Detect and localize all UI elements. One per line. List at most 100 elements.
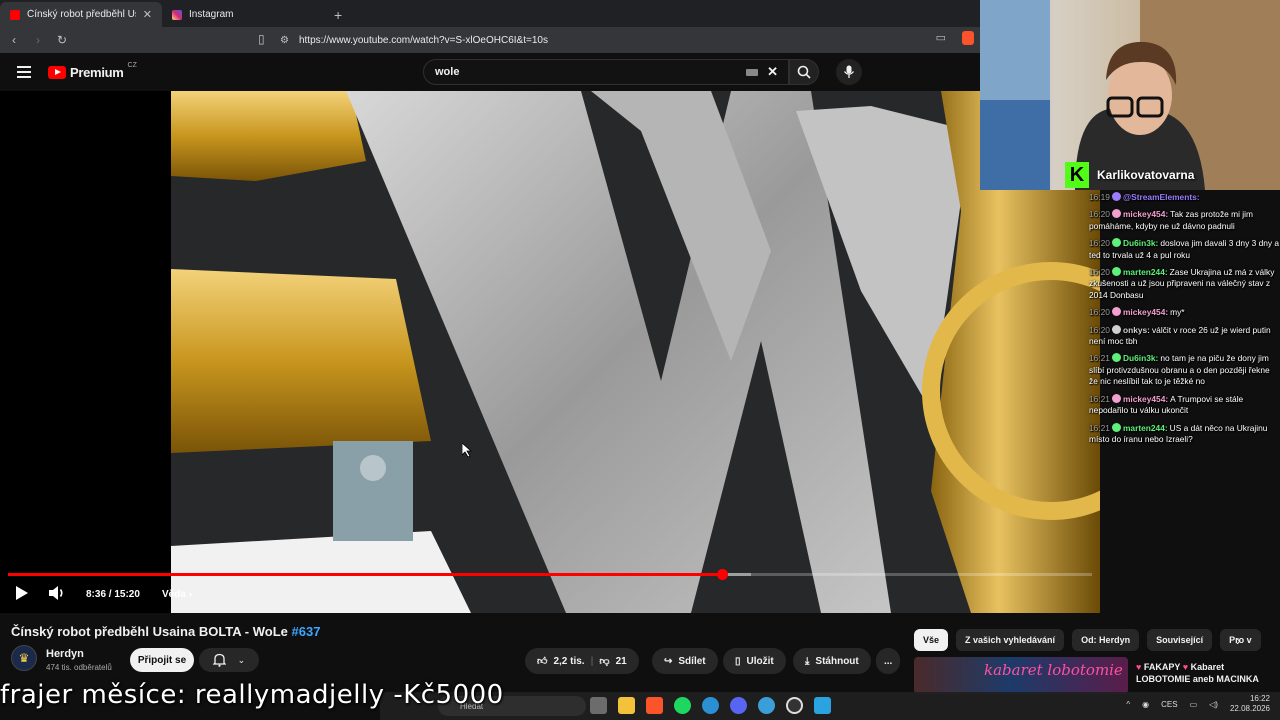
forward-icon[interactable]: › (28, 33, 48, 47)
search-button[interactable] (789, 59, 819, 85)
chip-from-searches[interactable]: Z vašich vyhledávání (956, 629, 1065, 651)
chip-related[interactable]: Související (1147, 629, 1213, 651)
youtube-play-logo-icon (48, 66, 66, 79)
cast-icon[interactable]: ▭ (936, 31, 946, 45)
tab-youtube[interactable]: Čínský robot předběhl Usaina BO ✕ (0, 2, 162, 27)
chat-timestamp: 16:21 (1089, 353, 1110, 364)
tab-close-icon[interactable]: ✕ (143, 8, 152, 21)
donation-overlay-text: frajer měsíce: reallymadjelly -Kč5000 (0, 680, 504, 710)
chat-badge-icon (1111, 192, 1121, 201)
microphone-icon (843, 65, 855, 78)
search-icon (797, 65, 811, 79)
chevron-down-icon: ⌄ (237, 654, 246, 665)
voice-search-button[interactable] (836, 59, 862, 85)
chat-timestamp: 16:21 (1089, 393, 1110, 404)
dislike-count: 21 (615, 655, 627, 667)
chat-timestamp: 16:21 (1089, 422, 1110, 433)
streamer-name: Karlikovatovarna (1097, 168, 1195, 182)
heart-icon: ♥ (1136, 662, 1142, 672)
chat-username: mickey454: (1122, 209, 1169, 220)
reload-icon[interactable]: ↻ (52, 33, 72, 47)
save-button[interactable]: ▯ Uložit (723, 648, 786, 674)
language-indicator[interactable]: CES (1161, 700, 1177, 709)
task-view-icon[interactable] (590, 697, 607, 714)
hashtag-link[interactable]: #637 (292, 624, 321, 639)
download-button[interactable]: ⤓ Stáhnout (793, 648, 871, 674)
volume-icon[interactable] (48, 585, 66, 601)
app-icon[interactable] (814, 697, 831, 714)
menu-icon[interactable] (17, 66, 31, 78)
brave-shields-icon[interactable] (962, 31, 974, 45)
subscriber-count: 474 tis. odběratelů (46, 663, 112, 672)
heart-icon: ♥ (1182, 662, 1189, 672)
edge-dev-icon[interactable] (758, 697, 775, 714)
more-actions-button[interactable]: ... (876, 648, 901, 674)
player-controls: 8:36 / 15:20 Věda › (0, 581, 1100, 609)
chat-message: 16:21 Du6in3k: no tam je na piču že dony j… (1086, 353, 1280, 387)
back-icon[interactable]: ‹ (4, 33, 24, 47)
share-button[interactable]: ↪ Sdílet (652, 648, 718, 674)
speaker-icon[interactable]: ◁) (1209, 700, 1218, 709)
tray-chevron-icon[interactable]: ^ (1126, 700, 1130, 709)
obs-icon[interactable] (786, 697, 803, 714)
chat-text: my* (1170, 307, 1185, 318)
recommended-thumbnail[interactable]: kabaret lobotomie (914, 657, 1128, 694)
video-player[interactable]: 8:36 / 15:20 Věda › (0, 91, 1100, 613)
system-tray: ^ ◉ CES ▭ ◁) 16:22 22.08.2026 (1126, 694, 1270, 714)
chip-all[interactable]: Vše (914, 629, 949, 651)
search-input[interactable]: wole ✕ (423, 59, 789, 85)
brave-taskbar-icon[interactable] (646, 697, 663, 714)
channel-info: ♛ Herdyn 474 tis. odběratelů (11, 645, 112, 672)
chat-badge-icon (1111, 353, 1121, 363)
channel-avatar[interactable]: ♛ (11, 645, 37, 671)
bookmark-icon[interactable]: ▯ (258, 32, 265, 46)
progress-bar[interactable] (8, 569, 1092, 580)
chapter-button[interactable]: Věda › (162, 589, 192, 600)
site-settings-icon[interactable]: ⚙ (280, 35, 289, 46)
discord-icon[interactable] (730, 697, 747, 714)
chat-username: marten244: (1122, 422, 1168, 433)
clear-search-icon[interactable]: ✕ (767, 64, 778, 80)
chat-username: mickey454: (1122, 307, 1169, 318)
notifications-button[interactable]: ⌄ (199, 648, 259, 672)
spotify-icon[interactable] (674, 697, 691, 714)
channel-name[interactable]: Herdyn (46, 648, 84, 660)
bookmark-save-icon: ▯ (735, 655, 741, 667)
browser-tab-strip: Čínský robot předběhl Usaina BO ✕ Instag… (0, 0, 980, 27)
chat-message: 16:20 marten244: Zase Ukrajina už má z vál… (1086, 267, 1280, 301)
new-tab-button[interactable]: + (334, 7, 342, 23)
file-explorer-icon[interactable] (618, 697, 635, 714)
play-icon[interactable] (15, 585, 29, 601)
chat-timestamp: 16:20 (1089, 267, 1110, 278)
youtube-favicon-icon (10, 9, 20, 20)
streamer-badge: K Karlikovatovarna (1065, 162, 1194, 188)
recommended-title[interactable]: ♥ FAKAPY ♥ Kabaret LOBOTOMIE aneb MACINK… (1136, 661, 1266, 685)
join-button[interactable]: Připojit se (130, 648, 194, 672)
chat-message: 16:21 marten244: US a dát něco na Ukrajinu… (1086, 422, 1280, 446)
chat-badge-icon (1111, 267, 1121, 277)
chat-badge-icon (1111, 209, 1121, 219)
youtube-premium-logo[interactable]: Premium CZ (48, 62, 137, 80)
chat-message: 16:20 mickey454: Tak zas protože mi jim po… (1086, 209, 1280, 232)
thumbs-down-icon[interactable]: 👎︎ (599, 655, 609, 667)
chat-username: mickey454: (1122, 393, 1169, 404)
like-button[interactable]: 👍︎ 2,2 tis. | 👎︎ 21 (525, 648, 639, 674)
video-content-image (171, 91, 1100, 613)
chips-next-icon[interactable]: › (1236, 632, 1241, 648)
edge-icon[interactable] (702, 697, 719, 714)
video-frame[interactable] (171, 91, 1100, 613)
chat-username: Du6in3k: (1122, 353, 1159, 364)
address-bar[interactable]: ⚙ https://www.youtube.com/watch?v=S-xlOe… (280, 30, 920, 50)
keyboard-icon[interactable] (746, 69, 758, 76)
instagram-favicon-icon (172, 9, 182, 20)
toolbar-actions: ▭ (936, 31, 974, 45)
chat-message: 16:21 mickey454: A Trumpovi se stále nepod… (1086, 393, 1280, 417)
bell-icon (212, 653, 226, 667)
chat-username: @StreamElements: (1122, 192, 1200, 202)
network-icon[interactable]: ▭ (1190, 700, 1198, 709)
clock[interactable]: 16:22 22.08.2026 (1230, 694, 1270, 714)
chat-badge-icon (1111, 307, 1121, 317)
tab-instagram[interactable]: Instagram (162, 2, 324, 27)
chip-from-channel[interactable]: Od: Herdyn (1072, 629, 1140, 651)
recommended-video[interactable]: kabaret lobotomie ♥ FAKAPY ♥ Kabaret LOB… (914, 657, 1280, 694)
